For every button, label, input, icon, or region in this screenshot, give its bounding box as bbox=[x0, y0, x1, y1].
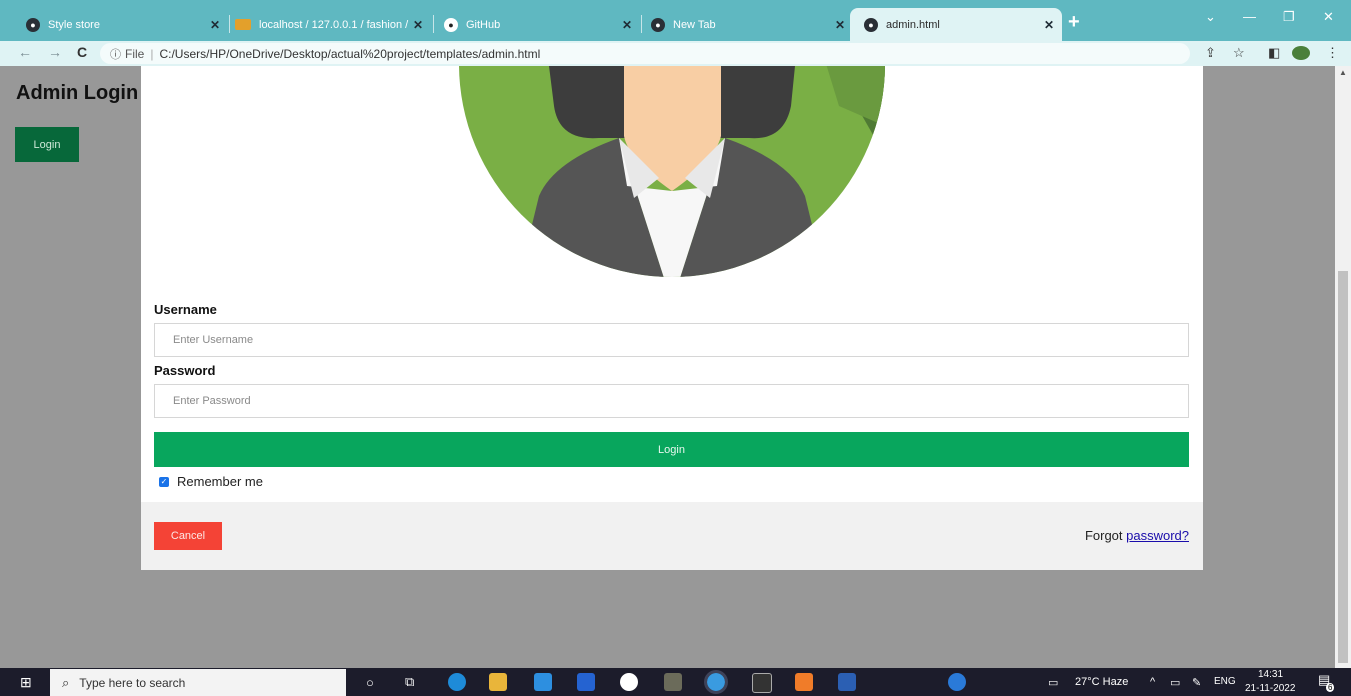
taskbar-search-box[interactable]: ⌕ Type here to search bbox=[50, 669, 346, 696]
tray-chevron-icon[interactable]: ^ bbox=[1150, 676, 1155, 688]
login-modal: Username Password Login ✓ Remember me Ca… bbox=[141, 66, 1203, 570]
chrome-favicon-icon: ● bbox=[26, 17, 40, 32]
reload-icon[interactable]: C bbox=[77, 44, 87, 60]
remember-checkbox[interactable]: ✓ bbox=[159, 476, 169, 487]
cortana-icon[interactable]: ○ bbox=[366, 675, 374, 690]
tab-admin[interactable]: ● admin.html ✕ bbox=[850, 8, 1062, 41]
avatar-image bbox=[459, 66, 885, 278]
modal-footer: Cancel Forgot password? bbox=[141, 502, 1203, 570]
language-indicator[interactable]: ENG bbox=[1214, 676, 1236, 687]
phpmyadmin-favicon-icon bbox=[235, 19, 251, 30]
tab-close-icon[interactable]: ✕ bbox=[618, 18, 636, 32]
url-text: C:/Users/HP/OneDrive/Desktop/actual%20pr… bbox=[159, 46, 541, 61]
back-icon[interactable]: ← bbox=[18, 44, 32, 60]
terminal-icon[interactable] bbox=[752, 673, 772, 693]
tab-close-icon[interactable]: ✕ bbox=[831, 18, 849, 32]
network-icon[interactable]: ▭ bbox=[1170, 676, 1180, 689]
share-icon[interactable]: ⇪ bbox=[1205, 45, 1216, 61]
forgot-prefix: Forgot bbox=[1084, 528, 1127, 543]
login-submit-button[interactable]: Login bbox=[154, 432, 1189, 467]
chrome-favicon-icon: ● bbox=[864, 17, 878, 32]
remember-label: Remember me bbox=[177, 474, 263, 489]
weather-text[interactable]: 27°C Haze bbox=[1075, 676, 1128, 688]
notification-count: 6 bbox=[1326, 683, 1335, 692]
remember-me-row[interactable]: ✓ Remember me bbox=[159, 474, 263, 489]
pen-icon[interactable]: ✎ bbox=[1192, 676, 1201, 689]
forgot-password-link[interactable]: password? bbox=[1126, 528, 1189, 543]
word-icon[interactable] bbox=[838, 673, 856, 691]
tab-title: admin.html bbox=[886, 18, 940, 31]
taskbar-search-placeholder: Type here to search bbox=[79, 675, 186, 690]
tab-close-icon[interactable]: ✕ bbox=[1040, 18, 1058, 32]
chrome-taskbar-icon[interactable] bbox=[704, 670, 728, 694]
site-info-icon[interactable]: ⓘ bbox=[110, 46, 121, 62]
address-bar-row: ← → C ⓘ File | C:/Users/HP/OneDrive/Desk… bbox=[0, 41, 1351, 66]
cancel-button[interactable]: Cancel bbox=[154, 522, 222, 550]
password-label: Password bbox=[154, 363, 216, 378]
tab-new-tab[interactable]: ● New Tab ✕ bbox=[637, 8, 853, 41]
xampp-icon[interactable] bbox=[795, 673, 813, 691]
mail-icon[interactable] bbox=[534, 673, 552, 691]
weather-icon: ▭ bbox=[1048, 677, 1059, 689]
password-input[interactable] bbox=[154, 384, 1189, 418]
clock-time[interactable]: 14:31 bbox=[1258, 669, 1283, 680]
tab-github[interactable]: ● GitHub ✕ bbox=[430, 8, 640, 41]
new-tab-icon[interactable]: + bbox=[1068, 11, 1080, 34]
file-explorer-icon[interactable] bbox=[489, 673, 507, 691]
tab-search-chevron-icon[interactable]: ⌄ bbox=[1205, 9, 1216, 25]
windows-taskbar: ⊞ ⌕ Type here to search ○ ⧉ ▭ 27°C Haze … bbox=[0, 668, 1351, 696]
tab-strip: ● Style store ✕ localhost / 127.0.0.1 / … bbox=[0, 0, 1351, 41]
window-close-icon[interactable]: ✕ bbox=[1323, 9, 1334, 25]
search-icon: ⌕ bbox=[62, 674, 70, 690]
edge-icon[interactable] bbox=[448, 673, 466, 691]
dropbox-icon[interactable] bbox=[577, 673, 595, 691]
chrome-favicon-icon: ● bbox=[651, 17, 665, 32]
login-form: Username Password bbox=[154, 302, 1189, 418]
page-title: Admin Login bbox=[16, 82, 139, 104]
tab-title: localhost / 127.0.0.1 / fashion / ... bbox=[259, 18, 409, 31]
username-label: Username bbox=[154, 302, 217, 317]
menu-icon[interactable]: ⋮ bbox=[1326, 45, 1339, 61]
avatar-icon bbox=[459, 66, 885, 277]
scroll-thumb[interactable] bbox=[1338, 271, 1348, 663]
page-scrollbar[interactable]: ▲ bbox=[1335, 66, 1351, 668]
app-icon[interactable] bbox=[664, 673, 682, 691]
forward-icon[interactable]: → bbox=[48, 44, 62, 60]
url-scheme: File bbox=[125, 46, 145, 61]
tab-title: Style store bbox=[48, 18, 100, 31]
username-input[interactable] bbox=[154, 323, 1189, 357]
scroll-up-icon[interactable]: ▲ bbox=[1339, 68, 1347, 77]
windows-start-icon[interactable]: ⊞ bbox=[20, 674, 32, 691]
restore-icon[interactable]: ❐ bbox=[1283, 9, 1295, 25]
clock-date[interactable]: 21-11-2022 bbox=[1245, 683, 1295, 694]
url-separator: | bbox=[150, 46, 154, 61]
help-icon[interactable] bbox=[948, 673, 966, 691]
tab-phpmyadmin[interactable]: localhost / 127.0.0.1 / fashion / ... ✕ bbox=[221, 8, 431, 41]
github-desktop-icon[interactable] bbox=[620, 673, 638, 691]
tab-title: GitHub bbox=[466, 18, 501, 31]
star-icon[interactable]: ☆ bbox=[1233, 45, 1245, 61]
forgot-password-text: Forgot password? bbox=[1085, 528, 1189, 543]
tab-close-icon[interactable]: ✕ bbox=[409, 18, 427, 32]
task-view-icon[interactable]: ⧉ bbox=[405, 674, 414, 690]
tab-title: New Tab bbox=[673, 18, 716, 31]
minimize-icon[interactable]: — bbox=[1243, 9, 1256, 24]
profile-icon[interactable] bbox=[1292, 46, 1310, 60]
github-icon: ● bbox=[444, 17, 458, 32]
tab-style-store[interactable]: ● Style store ✕ bbox=[12, 8, 228, 41]
url-omnibox[interactable]: ⓘ File | C:/Users/HP/OneDrive/Desktop/ac… bbox=[100, 43, 1190, 64]
open-login-button[interactable]: Login bbox=[15, 127, 79, 162]
sidepanel-icon[interactable]: ◧ bbox=[1268, 45, 1280, 61]
